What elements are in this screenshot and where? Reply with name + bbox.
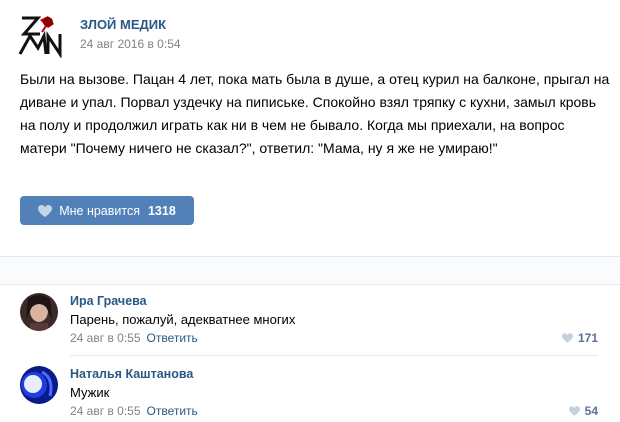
- comment-author[interactable]: Наталья Каштанова: [70, 367, 193, 381]
- like-label: Мне нравится: [59, 203, 140, 218]
- post-date[interactable]: 24 авг 2016 в 0:54: [80, 37, 181, 51]
- group-avatar[interactable]: [18, 12, 64, 59]
- avatar-photo: [20, 366, 58, 404]
- like-button[interactable]: Мне нравится 1318: [20, 196, 194, 225]
- group-name[interactable]: ЗЛОЙ МЕДИК: [80, 17, 166, 32]
- comment-meta: 24 авг в 0:55 Ответить: [70, 331, 198, 345]
- comment-text: Мужик: [70, 385, 110, 400]
- comment-like-count: 54: [584, 404, 598, 418]
- like-count: 1318: [147, 203, 176, 218]
- post: ЗЛОЙ МЕДИК 24 авг 2016 в 0:54 Были на вы…: [0, 0, 620, 256]
- avatar[interactable]: [20, 293, 58, 331]
- post-text: Были на вызове. Пацан 4 лет, пока мать б…: [20, 71, 610, 156]
- comment-like-count: 171: [577, 331, 598, 345]
- avatar-photo: [20, 293, 58, 331]
- comment-author[interactable]: Ира Грачева: [70, 294, 147, 308]
- reply-link[interactable]: Ответить: [147, 331, 198, 345]
- avatar[interactable]: [20, 366, 58, 404]
- section-divider: [0, 256, 620, 285]
- comment-like[interactable]: 54: [568, 404, 598, 418]
- comment-like[interactable]: 171: [561, 331, 598, 345]
- heart-icon: [38, 204, 53, 217]
- reply-link[interactable]: Ответить: [147, 404, 198, 418]
- heart-icon: [568, 406, 580, 416]
- comment-meta: 24 авг в 0:55 Ответить: [70, 404, 198, 418]
- group-logo-icon: [18, 16, 62, 59]
- comment-date[interactable]: 24 авг в 0:55: [70, 404, 141, 418]
- comment-text: Парень, пожалуй, адекватнее многих: [70, 312, 296, 327]
- heart-icon: [561, 333, 573, 343]
- comment-item: Ира Грачева Парень, пожалуй, адекватнее …: [0, 283, 620, 355]
- comment-item: Наталья Каштанова Мужик 24 авг в 0:55 Отв…: [0, 356, 620, 422]
- comment-date[interactable]: 24 авг в 0:55: [70, 331, 141, 345]
